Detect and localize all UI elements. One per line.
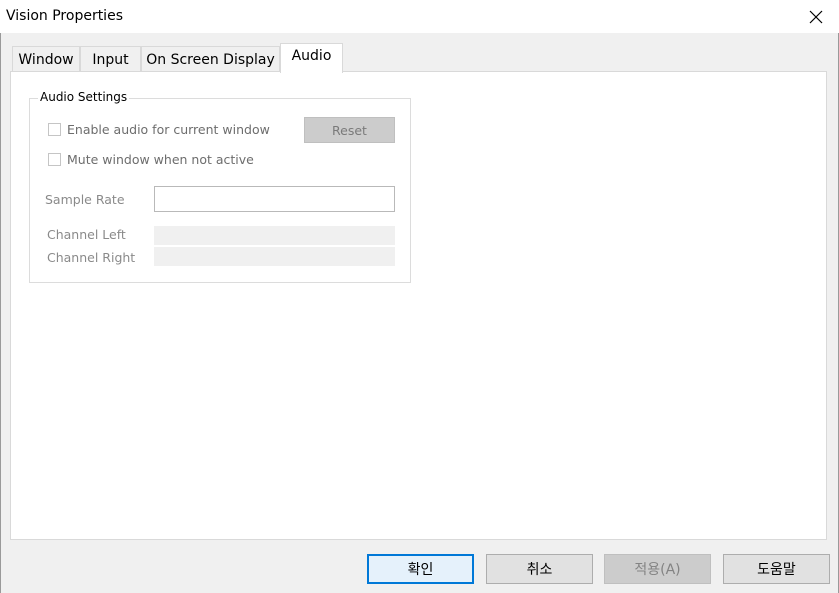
tab-on-screen-display[interactable]: On Screen Display [141,46,280,72]
enable-audio-checkbox-box[interactable] [48,123,61,136]
close-icon [809,10,823,23]
cancel-button[interactable]: 취소 [486,554,593,584]
enable-audio-label: Enable audio for current window [67,122,270,137]
tab-window[interactable]: Window [12,46,80,72]
tab-panel-audio: Audio Settings Enable audio for current … [10,71,827,540]
channel-right-label: Channel Right [47,250,136,265]
enable-audio-checkbox[interactable]: Enable audio for current window [48,122,270,137]
channel-right-value [154,247,395,266]
mute-inactive-checkbox-box[interactable] [48,153,61,166]
window-border-left [0,33,1,593]
audio-settings-title: Audio Settings [38,90,130,104]
window-title: Vision Properties [6,8,123,24]
apply-button[interactable]: 적용(A) [604,554,711,584]
mute-inactive-checkbox[interactable]: Mute window when not active [48,152,254,167]
channel-left-value [154,226,395,245]
audio-settings-group: Audio Settings Enable audio for current … [29,90,411,283]
help-button[interactable]: 도움말 [723,554,830,584]
title-bar: Vision Properties [0,0,839,33]
close-button[interactable] [793,0,839,33]
mute-inactive-label: Mute window when not active [67,152,254,167]
channel-left-label: Channel Left [47,227,126,242]
ok-button[interactable]: 확인 [367,554,474,584]
sample-rate-input[interactable] [154,186,395,212]
vision-properties-dialog: Vision Properties Window Input On Screen… [0,0,839,593]
tab-input[interactable]: Input [80,46,141,72]
tab-audio[interactable]: Audio [280,43,343,73]
sample-rate-label: Sample Rate [45,192,125,207]
reset-button[interactable]: Reset [304,117,395,143]
